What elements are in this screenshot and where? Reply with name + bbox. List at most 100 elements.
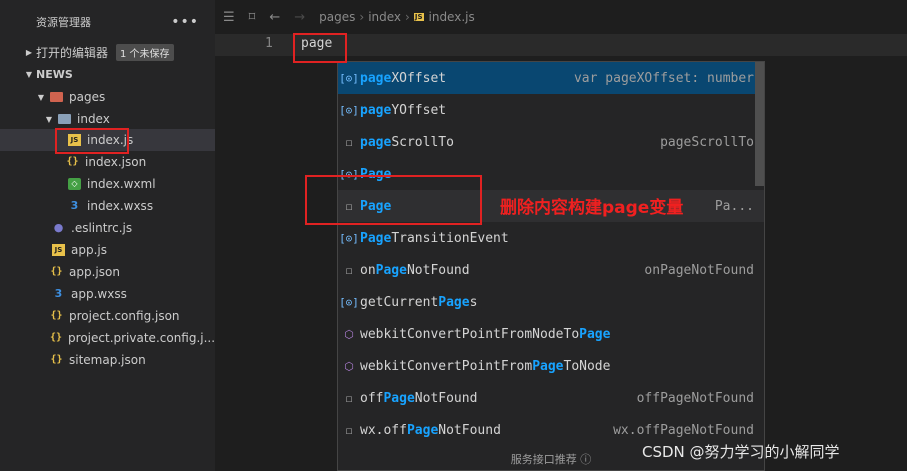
tree-item-label: index — [77, 112, 110, 126]
tree-item-index-wxml[interactable]: ◇ index.wxml — [0, 173, 215, 195]
open-editors-label: 打开的编辑器 — [36, 45, 109, 60]
text-icon: ☐ — [345, 263, 353, 277]
label-suffix: NotFound — [414, 390, 478, 406]
tree-item-label: sitemap.json — [69, 353, 146, 367]
watermark: CSDN @努力学习的小解同学 — [642, 443, 840, 461]
variable-icon: [⊙] — [339, 71, 359, 85]
suggest-item-detail: var pageXOffset: number — [573, 70, 754, 86]
js-file-icon: JS — [52, 244, 65, 256]
open-editors-section[interactable]: ▶ 打开的编辑器 1 个未保存 — [0, 41, 215, 63]
breadcrumb: ☰ ⌑ ← → pages › index › JS index.js — [215, 0, 907, 34]
label-suffix: TransitionEvent — [391, 230, 509, 246]
back-arrow-icon[interactable]: ← — [269, 10, 280, 25]
scrollbar-thumb[interactable] — [755, 62, 764, 186]
label-match: Page — [383, 390, 415, 406]
suggest-item[interactable]: ☐ onPageNotFound onPageNotFound — [338, 254, 764, 286]
breadcrumb-part[interactable]: index — [368, 10, 401, 24]
suggest-item-detail: pageScrollTo — [660, 134, 754, 150]
tree-item-label: project.private.config.j... — [68, 331, 216, 345]
tree-item-sitemap[interactable]: {} sitemap.json — [0, 349, 215, 371]
wxml-file-icon: ◇ — [68, 178, 81, 190]
tree-item-label: .eslintrc.js — [71, 221, 133, 235]
suggest-item[interactable]: [⊙] pageXOffset var pageXOffset: number — [338, 62, 764, 94]
tree-item-pages[interactable]: ▼ pages — [0, 86, 215, 108]
suggest-item[interactable]: ☐ pageScrollTo pageScrollTo — [338, 126, 764, 158]
bookmark-icon[interactable]: ⌑ — [249, 10, 256, 25]
text-icon: ☐ — [345, 423, 353, 437]
json-file-icon: {} — [66, 156, 79, 167]
suggest-item-label: PageTransitionEvent — [360, 231, 754, 246]
label-match: page — [360, 134, 392, 150]
line-number: 1 — [265, 36, 273, 51]
tree-item-index-folder[interactable]: ▼ index — [0, 108, 215, 130]
label-suffix: XOffset — [391, 70, 447, 86]
suggest-item[interactable]: ⬡ webkitConvertPointFromPageToNode — [338, 350, 764, 382]
label-suffix: ToNode — [563, 358, 611, 374]
label-match: Page — [532, 358, 564, 374]
label-suffix: YOffset — [391, 102, 447, 118]
label-prefix: getCurrent — [360, 294, 439, 310]
tree-item-project-private-config[interactable]: {} project.private.config.j... — [0, 327, 215, 349]
suggest-item-detail: offPageNotFound — [636, 390, 754, 406]
label-match: page — [360, 102, 392, 118]
suggest-item-detail: onPageNotFound — [644, 262, 754, 278]
suggest-item[interactable]: ⬡ webkitConvertPointFromNodeToPage — [338, 318, 764, 350]
breadcrumb-part[interactable]: index.js — [429, 10, 475, 24]
tree-item-label: index.wxml — [87, 177, 156, 191]
chevron-right-icon: › — [405, 10, 410, 24]
label-suffix: ScrollTo — [391, 134, 454, 150]
chevron-down-icon: ▼ — [37, 92, 45, 102]
tree-item-label: app.wxss — [71, 287, 127, 301]
tree-item-label: index.wxss — [87, 199, 154, 213]
tree-item-app-json[interactable]: {} app.json — [0, 261, 215, 283]
suggest-item[interactable]: [⊙] pageYOffset — [338, 94, 764, 126]
annotation-box-file — [55, 128, 129, 154]
label-prefix: wx.off — [360, 422, 407, 438]
json-file-icon: {} — [50, 354, 63, 365]
more-actions-icon[interactable]: ••• — [171, 14, 199, 30]
suggest-item-label: pageScrollTo — [360, 135, 660, 150]
chevron-down-icon: ▼ — [45, 114, 53, 124]
tree-item-eslintrc[interactable]: ● .eslintrc.js — [0, 217, 215, 239]
suggest-item-label: pageXOffset — [360, 71, 574, 86]
tree-item-index-wxss[interactable]: 3 index.wxss — [0, 195, 215, 217]
eslint-file-icon: ● — [53, 221, 64, 234]
suggest-item[interactable]: ☐ offPageNotFound offPageNotFound — [338, 382, 764, 414]
variable-icon: [⊙] — [339, 103, 359, 117]
suggest-item-detail: wx.offPageNotFound — [613, 422, 754, 438]
method-icon: ⬡ — [344, 327, 354, 341]
project-section[interactable]: ▼ NEWS — [0, 63, 215, 85]
css-file-icon: 3 — [54, 287, 63, 300]
label-suffix: NotFound — [406, 262, 470, 278]
label-match: Page — [375, 262, 407, 278]
explorer-sidebar: 资源管理器 ••• ▶ 打开的编辑器 1 个未保存 ▼ NEWS ▼ pages… — [0, 0, 215, 471]
breadcrumb-part[interactable]: pages — [319, 10, 355, 24]
suggest-item[interactable]: [⊙] getCurrentPages — [338, 286, 764, 318]
tree-item-app-wxss[interactable]: 3 app.wxss — [0, 283, 215, 305]
suggest-item-label: offPageNotFound — [360, 391, 637, 406]
suggest-item-label: getCurrentPages — [360, 295, 754, 310]
label-prefix: off — [360, 390, 384, 406]
tree-item-index-json[interactable]: {} index.json — [0, 151, 215, 173]
suggest-item-label: pageYOffset — [360, 103, 754, 118]
suggest-widget: [⊙] pageXOffset var pageXOffset: number [⊙]… — [337, 61, 765, 471]
tree-item-label: pages — [69, 90, 106, 104]
js-file-icon: JS — [413, 13, 424, 21]
tree-item-label: project.config.json — [69, 309, 180, 323]
forward-arrow-icon[interactable]: → — [294, 10, 305, 25]
text-icon: ☐ — [345, 135, 353, 149]
suggest-item[interactable]: [⊙] PageTransitionEvent — [338, 222, 764, 254]
method-icon: ⬡ — [344, 359, 354, 373]
tree-item-project-config[interactable]: {} project.config.json — [0, 305, 215, 327]
explorer-title: 资源管理器 — [36, 16, 91, 29]
suggest-item-label: onPageNotFound — [360, 263, 644, 278]
text-icon: ☐ — [345, 391, 353, 405]
tree-item-app-js[interactable]: JS app.js — [0, 239, 215, 261]
variable-icon: [⊙] — [339, 295, 359, 309]
suggest-item-label: webkitConvertPointFromNodeToPage — [360, 327, 754, 342]
css-file-icon: 3 — [70, 199, 79, 212]
suggest-item-detail: Pa... — [714, 198, 754, 214]
list-icon[interactable]: ☰ — [223, 10, 235, 25]
json-file-icon: {} — [50, 266, 63, 277]
json-file-icon: {} — [50, 332, 63, 343]
